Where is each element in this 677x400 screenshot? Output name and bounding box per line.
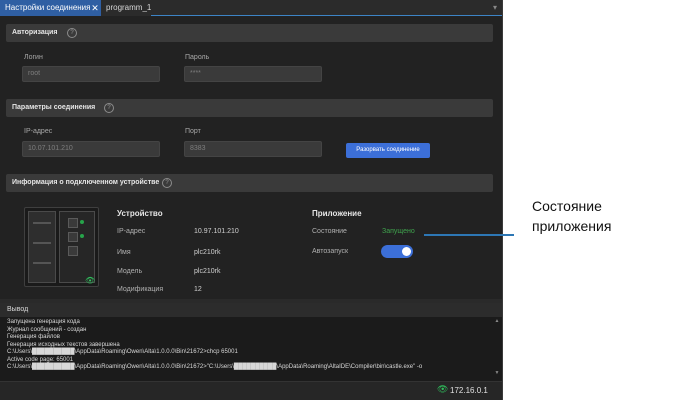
output-log[interactable]: Запущена генерация кода Журнал сообщений… xyxy=(0,317,502,381)
device-port xyxy=(68,246,78,256)
log-line: C:\Users\██████████\AppData\Roaming\Owen… xyxy=(7,364,423,370)
login-value: root xyxy=(28,70,41,77)
device-module xyxy=(59,211,95,283)
output-title: Вывод xyxy=(7,306,29,313)
scroll-up-icon[interactable]: ▲ xyxy=(494,318,500,324)
help-icon[interactable]: ? xyxy=(104,103,114,113)
tab-programm-1[interactable]: programm_1 xyxy=(101,0,151,16)
app-header: Приложение xyxy=(312,209,362,218)
eye-icon: 👁 xyxy=(437,384,449,394)
port-value: 8383 xyxy=(190,145,206,152)
tab-bar: Настройки соединения ✕ programm_1 ▾ xyxy=(0,0,502,16)
log-line: Генерация исходных текстов завершена xyxy=(7,341,120,348)
login-label: Логин xyxy=(24,54,43,61)
device-model-label: Модель xyxy=(117,268,143,275)
autostart-toggle[interactable] xyxy=(381,245,413,258)
output-header: Вывод xyxy=(0,303,502,317)
device-ip-label: IP-адрес xyxy=(117,228,146,235)
callout-text: Состояние приложения xyxy=(532,198,612,234)
toggle-knob xyxy=(402,247,411,256)
log-line: Active code page: 65001 xyxy=(7,356,74,363)
app-window: Настройки соединения ✕ programm_1 ▾ Авто… xyxy=(0,0,503,400)
scroll-down-icon[interactable]: ▼ xyxy=(494,370,500,376)
autostart-label: Автозапуск xyxy=(312,248,349,255)
device-name-value: plc210rk xyxy=(194,249,221,256)
section-header-device-info[interactable]: Информация о подключенном устройстве ? xyxy=(6,174,493,192)
disconnect-button[interactable]: Разорвать соединение xyxy=(346,143,430,158)
log-line: C:\Users\██████████\AppData\Roaming\Owen… xyxy=(7,349,238,355)
section-header-auth[interactable]: Авторизация ? xyxy=(6,24,493,42)
ip-value: 10.07.101.210 xyxy=(28,145,73,152)
section-title: Информация о подключенном устройстве xyxy=(12,179,160,186)
tab-label: programm_1 xyxy=(106,3,152,12)
port-field[interactable]: 8383 xyxy=(184,141,322,157)
device-ip-value: 10.97.101.210 xyxy=(194,228,239,235)
password-field[interactable]: **** xyxy=(184,66,322,82)
device-body xyxy=(28,211,56,283)
eye-icon: 👁 xyxy=(85,276,96,285)
device-modification-label: Модификация xyxy=(117,286,164,293)
section-header-connection[interactable]: Параметры соединения ? xyxy=(6,99,493,117)
help-icon[interactable]: ? xyxy=(162,178,172,188)
close-icon[interactable]: ✕ xyxy=(90,0,100,16)
callout-line xyxy=(424,234,514,236)
app-state-label: Состояние xyxy=(312,228,347,235)
port-label: Порт xyxy=(185,128,201,135)
password-value: **** xyxy=(190,70,201,77)
device-slot xyxy=(33,222,51,224)
device-header: Устройство xyxy=(117,209,163,218)
login-field[interactable]: root xyxy=(22,66,160,82)
section-title: Авторизация xyxy=(12,29,58,36)
ip-field[interactable]: 10.07.101.210 xyxy=(22,141,160,157)
device-image: 👁 xyxy=(24,207,99,287)
device-led xyxy=(80,234,84,238)
log-line: Генерация файлов xyxy=(7,334,60,340)
help-icon[interactable]: ? xyxy=(67,28,77,38)
device-modification-value: 12 xyxy=(194,286,202,293)
device-port xyxy=(68,232,78,242)
status-ip: 172.16.0.1 xyxy=(450,386,488,395)
status-bar: 👁 172.16.0.1 xyxy=(0,381,502,400)
device-led xyxy=(80,220,84,224)
device-port xyxy=(68,218,78,228)
password-label: Пароль xyxy=(185,54,210,61)
log-line: Журнал сообщений - создан xyxy=(7,326,87,333)
section-title: Параметры соединения xyxy=(12,104,96,111)
log-line: Запущена генерация кода xyxy=(7,319,80,325)
device-slot xyxy=(33,262,51,264)
output-scrollbar[interactable]: ▲ ▼ xyxy=(494,318,500,378)
ip-label: IP-адрес xyxy=(24,128,53,135)
tab-label: Настройки соединения xyxy=(5,3,91,12)
device-slot xyxy=(33,242,51,244)
chevron-down-icon[interactable]: ▾ xyxy=(490,2,500,14)
device-name-label: Имя xyxy=(117,249,131,256)
device-model-value: plc210rk xyxy=(194,268,221,275)
tab-connection-settings[interactable]: Настройки соединения xyxy=(0,0,101,16)
app-state-value: Запущено xyxy=(382,228,415,235)
